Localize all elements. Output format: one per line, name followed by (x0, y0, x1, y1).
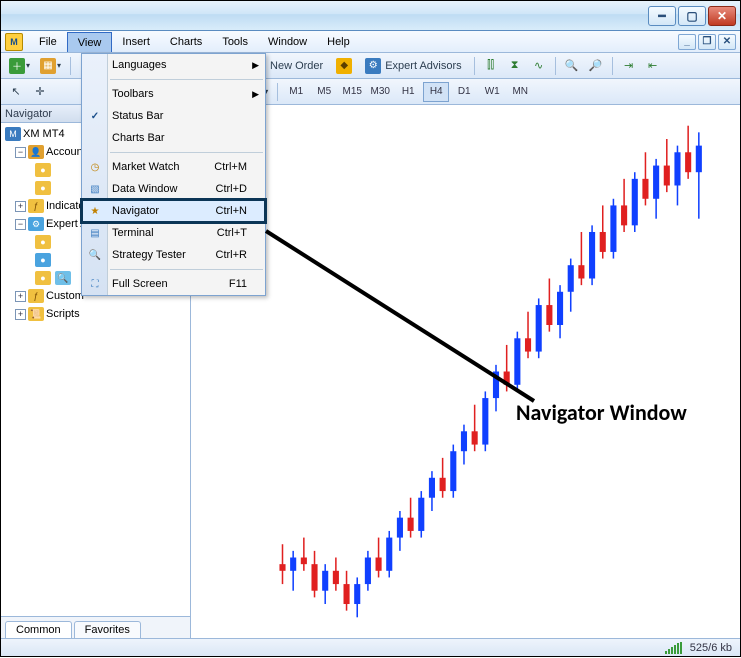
new-order-label: New Order (270, 60, 323, 72)
status-kb: 525/6 kb (690, 642, 732, 654)
navigator-tab-common[interactable]: Common (5, 621, 72, 638)
check-icon: ✓ (87, 108, 103, 124)
view-menu-dropdown: Languages▶ Toolbars▶ ✓ Status Bar Charts… (81, 53, 266, 296)
view-menu-status-bar[interactable]: ✓ Status Bar (82, 105, 265, 127)
navigator-icon: ★ (87, 203, 103, 219)
timeframe-w1[interactable]: W1 (479, 82, 505, 102)
strategy-tester-icon: 🔍 (87, 247, 103, 263)
menubar: M File View Insert Charts Tools Window H… (1, 31, 740, 53)
timeframe-d1[interactable]: D1 (451, 82, 477, 102)
timeframe-h4[interactable]: H4 (423, 82, 449, 102)
connection-icon (665, 642, 682, 654)
menu-insert[interactable]: Insert (112, 31, 160, 52)
tree-root[interactable]: XM MT4 (23, 128, 65, 140)
expert-advisors-label: Expert Advisors (385, 60, 461, 72)
profiles-button[interactable]: ▦▾ (36, 55, 65, 77)
candlestick-icon[interactable]: ⧗ (504, 55, 526, 77)
tree-accounts[interactable]: Accounts (46, 146, 86, 158)
expert-advisors-button[interactable]: ⚙ Expert Advisors (358, 55, 468, 77)
menu-window[interactable]: Window (258, 31, 317, 52)
child-restore-button[interactable]: ❐ (698, 34, 716, 50)
auto-scroll-icon[interactable]: ⇥ (618, 55, 640, 77)
view-menu-strategy-tester[interactable]: 🔍 Strategy Tester Ctrl+R (82, 244, 265, 266)
tree-custom[interactable]: Custom Indicators (46, 290, 86, 302)
cursor-icon[interactable]: ↖ (5, 81, 27, 103)
view-menu-languages[interactable]: Languages▶ (82, 54, 265, 76)
menu-tools[interactable]: Tools (212, 31, 258, 52)
window-titlebar: ━ ▢ ✕ (1, 1, 740, 31)
data-window-icon: ▧ (87, 181, 103, 197)
close-button[interactable]: ✕ (708, 6, 736, 26)
navigator-title: Navigator (5, 108, 52, 120)
zoom-out-icon[interactable]: 🔎 (585, 55, 607, 77)
view-menu-market-watch[interactable]: ◷ Market Watch Ctrl+M (82, 156, 265, 178)
new-chart-button[interactable]: ＋▾ (5, 55, 34, 77)
crosshair-icon[interactable]: ✛ (29, 81, 51, 103)
zoom-in-icon[interactable]: 🔍 (561, 55, 583, 77)
child-minimize-button[interactable]: _ (678, 34, 696, 50)
market-watch-icon: ◷ (87, 159, 103, 175)
view-menu-data-window[interactable]: ▧ Data Window Ctrl+D (82, 178, 265, 200)
timeframe-m5[interactable]: M5 (311, 82, 337, 102)
view-menu-terminal[interactable]: ▤ Terminal Ctrl+T (82, 222, 265, 244)
timeframe-m15[interactable]: M15 (339, 82, 365, 102)
tree-scripts[interactable]: Scripts (46, 308, 80, 320)
chart-shift-icon[interactable]: ⇤ (642, 55, 664, 77)
view-menu-charts-bar[interactable]: Charts Bar (82, 127, 265, 149)
child-close-button[interactable]: ✕ (718, 34, 736, 50)
status-bar: 525/6 kb (1, 638, 740, 656)
terminal-icon: ▤ (87, 225, 103, 241)
menu-help[interactable]: Help (317, 31, 360, 52)
tree-experts[interactable]: Expert Advisors (46, 218, 86, 230)
minimize-button[interactable]: ━ (648, 6, 676, 26)
maximize-button[interactable]: ▢ (678, 6, 706, 26)
view-menu-navigator[interactable]: ★ Navigator Ctrl+N (82, 200, 265, 222)
app-icon: M (5, 33, 23, 51)
timeframe-m30[interactable]: M30 (367, 82, 393, 102)
full-screen-icon: ⛶ (87, 276, 103, 292)
menu-view[interactable]: View (67, 32, 113, 52)
navigator-tab-favorites[interactable]: Favorites (74, 621, 141, 638)
annotation-label: Navigator Window (516, 399, 687, 426)
line-chart-icon[interactable]: ∿ (528, 55, 550, 77)
bar-chart-icon[interactable]: ⫿⫿ (480, 55, 502, 77)
timeframe-mn[interactable]: MN (507, 82, 533, 102)
view-menu-full-screen[interactable]: ⛶ Full Screen F11 (82, 273, 265, 295)
tree-indicators[interactable]: Indicators (46, 200, 86, 212)
timeframe-h1[interactable]: H1 (395, 82, 421, 102)
menu-file[interactable]: File (29, 31, 67, 52)
view-menu-toolbars[interactable]: Toolbars▶ (82, 83, 265, 105)
timeframe-m1[interactable]: M1 (283, 82, 309, 102)
menu-charts[interactable]: Charts (160, 31, 212, 52)
chart-area[interactable] (191, 105, 740, 638)
alert-icon[interactable]: ◆ (332, 55, 356, 77)
